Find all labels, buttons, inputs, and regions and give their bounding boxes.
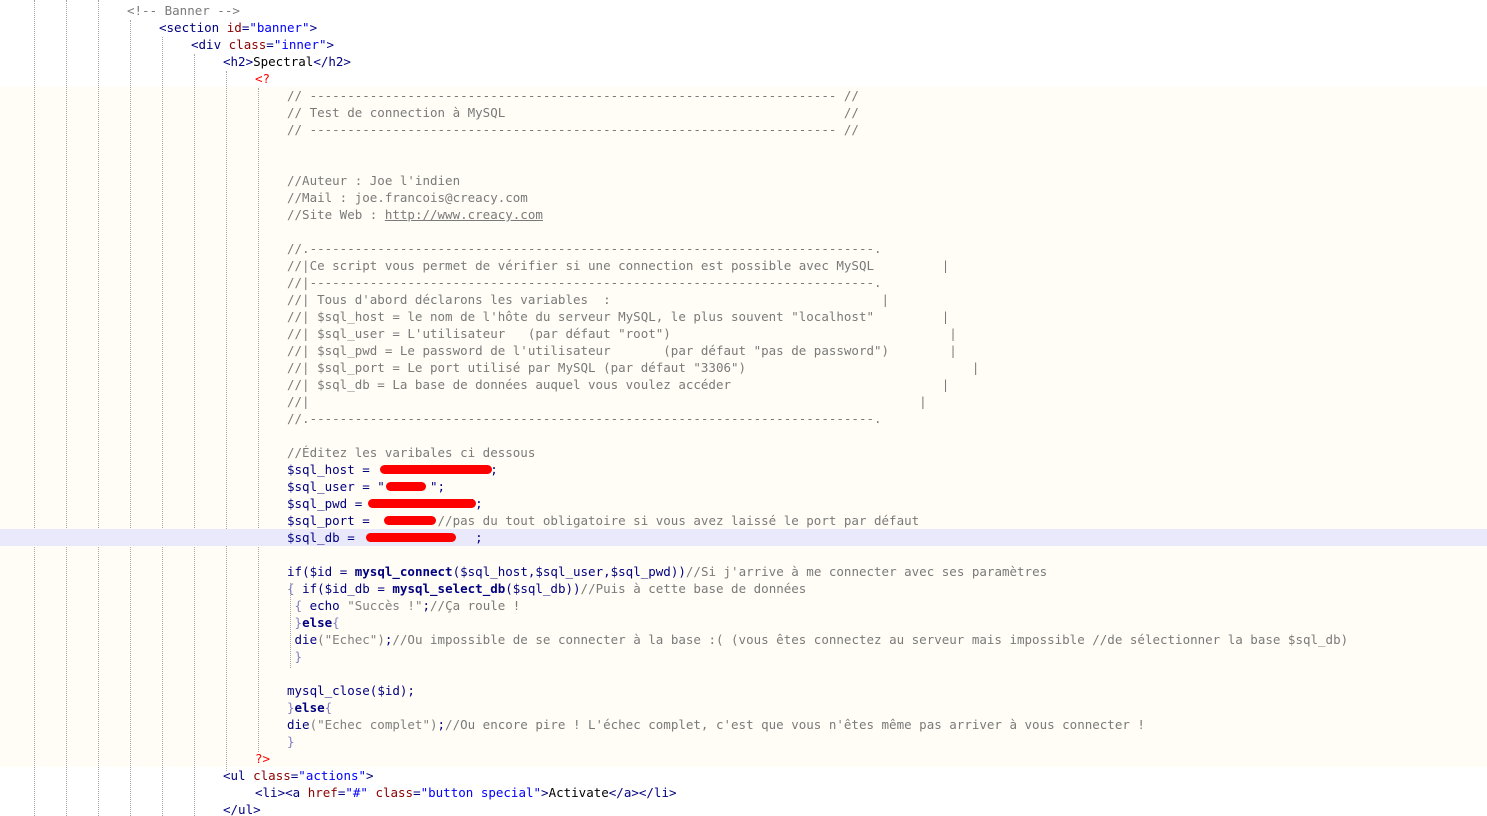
code-line[interactable]: //.-------------------------------------… (0, 240, 1487, 257)
code-line[interactable]: <li><a href="#" class="button special">A… (0, 784, 1487, 801)
php-statement: }else{ (287, 615, 340, 630)
php-comment: //| $sql_port = Le port utilisé par MySQ… (287, 360, 980, 375)
code-line[interactable]: { echo "Succès !";//Ça roule ! (0, 597, 1487, 614)
ul-tag: <ul class="actions"> (223, 768, 374, 783)
code-line[interactable]: <ul class="actions"> (0, 767, 1487, 784)
code-line[interactable]: }else{ (0, 699, 1487, 716)
php-comment: //Éditez les varibales ci dessous (287, 445, 536, 460)
code-line[interactable]: //Éditez les varibales ci dessous (0, 444, 1487, 461)
redaction-mark (366, 533, 456, 542)
php-statement: { echo "Succès !";//Ça roule ! (287, 598, 521, 613)
code-line[interactable]: <? (0, 70, 1487, 87)
php-open-tag: <? (255, 71, 271, 86)
code-line[interactable]: //| $sql_host = le nom de l'hôte du serv… (0, 308, 1487, 325)
code-line[interactable]: </ul> (0, 801, 1487, 816)
php-comment: //|Ce script vous permet de vérifier si … (287, 258, 950, 273)
code-line[interactable]: //Site Web : http://www.creacy.com (0, 206, 1487, 223)
html-comment: <!-- Banner --> (127, 3, 240, 18)
code-line[interactable]: <!-- Banner --> (0, 2, 1487, 19)
code-line[interactable]: { if($id_db = mysql_select_db($sql_db))/… (0, 580, 1487, 597)
code-line[interactable]: die("Echec complet");//Ou encore pire ! … (0, 716, 1487, 733)
code-line[interactable]: $sql_host = ; (0, 461, 1487, 478)
code-line[interactable]: die("Echec");//Ou impossible de se conne… (0, 631, 1487, 648)
php-brace: } (287, 649, 303, 664)
php-close-tag: ?> (255, 751, 271, 766)
sql-port-assignment: $sql_port = //pas du tout obligatoire si… (287, 513, 920, 528)
code-line[interactable]: } (0, 648, 1487, 665)
code-line[interactable]: // -------------------------------------… (0, 87, 1487, 104)
php-comment: //| $sql_user = L'utilisateur (par défau… (287, 326, 957, 341)
php-comment: //Auteur : Joe l'indien (287, 173, 461, 188)
code-line[interactable]: //Mail : joe.francois@creacy.com (0, 189, 1487, 206)
code-line[interactable]: //| $sql_pwd = Le password de l'utilisat… (0, 342, 1487, 359)
php-comment: //Site Web : http://www.creacy.com (287, 207, 543, 222)
code-line[interactable]: ?> (0, 750, 1487, 767)
redaction-mark (384, 516, 436, 525)
redaction-mark (386, 482, 426, 491)
code-line[interactable]: // -------------------------------------… (0, 121, 1487, 138)
code-line[interactable]: if($id = mysql_connect($sql_host,$sql_us… (0, 563, 1487, 580)
ul-close-tag: </ul> (223, 802, 261, 816)
code-editor[interactable]: <!-- Banner --> <section id="banner"> <d… (0, 0, 1487, 816)
code-line[interactable]: //|Ce script vous permet de vérifier si … (0, 257, 1487, 274)
code-line[interactable]: //| $sql_db = La base de données auquel … (0, 376, 1487, 393)
code-line[interactable]: //| $sql_user = L'utilisateur (par défau… (0, 325, 1487, 342)
code-line[interactable]: <div class="inner"> (0, 36, 1487, 53)
php-statement: mysql_close($id); (287, 683, 415, 698)
code-line[interactable]: }else{ (0, 614, 1487, 631)
li-anchor-tag: <li><a href="#" class="button special">A… (255, 785, 677, 800)
code-line[interactable]: //.-------------------------------------… (0, 410, 1487, 427)
code-line[interactable]: //| | (0, 393, 1487, 410)
php-comment: //|-------------------------------------… (287, 275, 882, 290)
php-comment: //| $sql_host = le nom de l'hôte du serv… (287, 309, 950, 324)
redaction-mark (380, 465, 492, 474)
code-line[interactable]: } (0, 733, 1487, 750)
code-line[interactable]: $sql_user = " "; (0, 478, 1487, 495)
website-link[interactable]: http://www.creacy.com (385, 207, 543, 222)
php-comment: //| Tous d'abord déclarons les variables… (287, 292, 890, 307)
code-line[interactable]: // Test de connection à MySQL // (0, 104, 1487, 121)
div-tag: <div class="inner"> (191, 37, 335, 52)
php-comment: // Test de connection à MySQL // (287, 105, 859, 120)
code-line[interactable]: $sql_pwd = "; (0, 495, 1487, 512)
php-comment: //| $sql_db = La base de données auquel … (287, 377, 950, 392)
php-statement: if($id = mysql_connect($sql_host,$sql_us… (287, 564, 1048, 579)
code-line[interactable]: //| $sql_port = Le port utilisé par MySQ… (0, 359, 1487, 376)
code-line-current[interactable]: $sql_db = ; (0, 529, 1487, 546)
code-line[interactable]: //| Tous d'abord déclarons les variables… (0, 291, 1487, 308)
section-tag: <section id="banner"> (159, 20, 318, 35)
redaction-mark (368, 499, 476, 508)
php-brace: } (287, 734, 295, 749)
php-statement: die("Echec complet");//Ou encore pire ! … (287, 717, 1145, 732)
php-comment: //| | (287, 394, 927, 409)
php-comment: //| $sql_pwd = Le password de l'utilisat… (287, 343, 957, 358)
code-line[interactable]: <h2>Spectral</h2> (0, 53, 1487, 70)
php-statement: }else{ (287, 700, 333, 715)
code-line[interactable]: //|-------------------------------------… (0, 274, 1487, 291)
code-line[interactable]: mysql_close($id); (0, 682, 1487, 699)
php-comment: // -------------------------------------… (287, 88, 859, 103)
php-comment: //.-------------------------------------… (287, 241, 882, 256)
php-comment: //Mail : joe.francois@creacy.com (287, 190, 528, 205)
code-line[interactable]: //Auteur : Joe l'indien (0, 172, 1487, 189)
code-line[interactable]: $sql_port = //pas du tout obligatoire si… (0, 512, 1487, 529)
php-comment: // -------------------------------------… (287, 122, 859, 137)
php-statement: { if($id_db = mysql_select_db($sql_db))/… (287, 581, 807, 596)
php-statement: die("Echec");//Ou impossible de se conne… (287, 632, 1349, 647)
php-comment: //.-------------------------------------… (287, 411, 882, 426)
code-line[interactable]: <section id="banner"> (0, 19, 1487, 36)
h2-tag: <h2>Spectral</h2> (223, 54, 351, 69)
